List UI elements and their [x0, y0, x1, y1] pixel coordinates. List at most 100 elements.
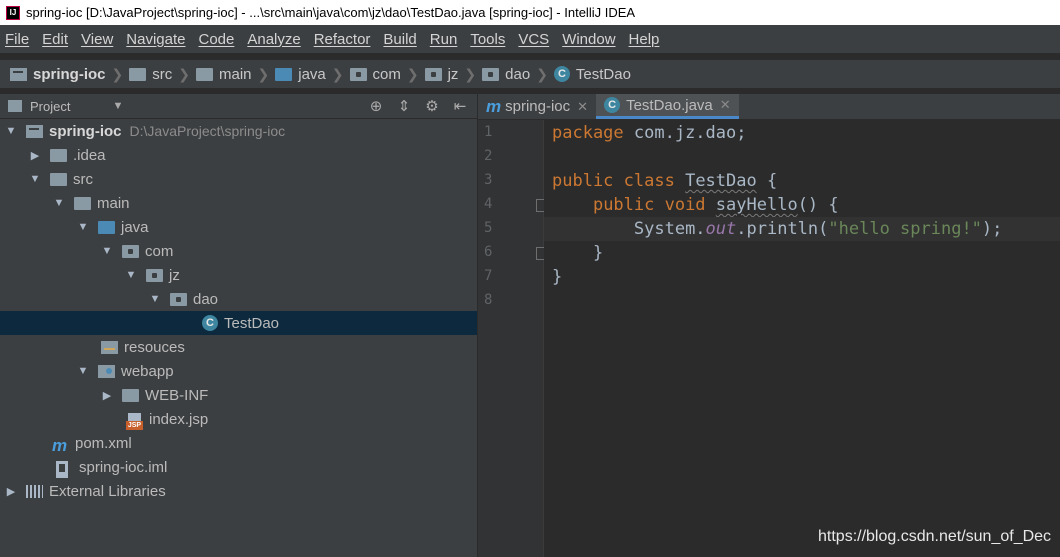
expanded-arrow-icon[interactable]: ▼ [28, 172, 42, 186]
line-number: 8 [484, 292, 493, 308]
chevron-right-icon: ❯ [257, 65, 270, 82]
tree-item-webapp[interactable]: ▼ webapp [0, 359, 477, 383]
expanded-arrow-icon[interactable]: ▼ [76, 220, 90, 234]
code-editor[interactable]: package com.jz.dao; public class TestDao… [544, 120, 1060, 557]
breadcrumb-jz[interactable]: jz ❯ [424, 66, 483, 83]
breadcrumb-testdao[interactable]: C TestDao [553, 66, 631, 83]
menu-code[interactable]: Code [198, 31, 234, 48]
menu-help[interactable]: Help [629, 31, 660, 48]
tree-item-pom-xml[interactable]: m pom.xml [0, 431, 477, 455]
line-number: 5 [484, 220, 493, 236]
project-folder-icon [10, 67, 27, 81]
menu-vcs[interactable]: VCS [518, 31, 549, 48]
expanded-arrow-icon[interactable]: ▼ [76, 364, 90, 378]
tree-item-src[interactable]: ▼ src [0, 167, 477, 191]
locate-icon[interactable]: ⊕ [367, 97, 385, 115]
tab-testdao-java[interactable]: C TestDao.java ✕ [596, 94, 739, 119]
package-icon [349, 67, 367, 81]
package-icon [424, 67, 442, 81]
line-number: 1 [484, 124, 493, 140]
resources-folder-icon [101, 340, 118, 354]
menu-run[interactable]: Run [430, 31, 458, 48]
line-number: 2 [484, 148, 493, 164]
expanded-arrow-icon[interactable]: ▼ [52, 196, 66, 210]
line-number: 7 [484, 268, 493, 284]
menu-tools[interactable]: Tools [470, 31, 505, 48]
menu-bar: File Edit View Navigate Code Analyze Ref… [0, 25, 1060, 53]
chevron-right-icon: ❯ [111, 65, 124, 82]
package-icon [170, 292, 187, 306]
project-view-icon [8, 100, 22, 112]
tree-item-spring-ioc[interactable]: ▼ spring-ioc D:\JavaProject\spring-ioc [0, 119, 477, 143]
source-folder-icon [275, 67, 293, 81]
line-number: 4 [484, 196, 493, 212]
project-view-selector[interactable]: Project [30, 99, 70, 114]
tree-item-external-libraries[interactable]: ▶ External Libraries [0, 479, 477, 503]
window-title: spring-ioc [D:\JavaProject\spring-ioc] -… [26, 5, 636, 20]
jsp-file-icon [126, 412, 143, 430]
expanded-arrow-icon[interactable]: ▼ [148, 292, 162, 306]
tree-item-main[interactable]: ▼ main [0, 191, 477, 215]
chevron-right-icon: ❯ [536, 65, 548, 82]
package-icon [146, 268, 163, 282]
menu-edit[interactable]: Edit [42, 31, 68, 48]
expanded-arrow-icon[interactable]: ▼ [4, 124, 18, 138]
project-tree: ▼ spring-ioc D:\JavaProject\spring-ioc ▶… [0, 119, 477, 557]
watermark: https://blog.csdn.net/sun_of_Dec [818, 528, 1052, 545]
breadcrumb-src[interactable]: src ❯ [129, 66, 196, 83]
gear-icon[interactable]: ⚙ [423, 97, 441, 115]
collapse-all-icon[interactable]: ⇕ [395, 97, 413, 115]
breadcrumb-dao[interactable]: dao ❯ [482, 66, 554, 83]
collapsed-arrow-icon[interactable]: ▶ [4, 484, 18, 498]
chevron-down-icon[interactable]: ▼ [112, 100, 123, 112]
menu-navigate[interactable]: Navigate [126, 31, 185, 48]
menu-build[interactable]: Build [383, 31, 416, 48]
breadcrumb-main[interactable]: main ❯ [195, 65, 275, 83]
chevron-right-icon: ❯ [406, 65, 419, 82]
project-panel-header: Project ▼ ⊕ ⇕ ⚙ ⇤ [0, 94, 477, 118]
breadcrumb-com[interactable]: com ❯ [349, 65, 425, 83]
breadcrumb-java[interactable]: java ❯ [275, 66, 349, 83]
tree-item-dao[interactable]: ▼ dao [0, 287, 477, 311]
collapsed-arrow-icon[interactable]: ▶ [100, 388, 114, 402]
breadcrumb: spring-ioc ❯ src ❯ main ❯ java ❯ com ❯ j… [0, 60, 1060, 88]
tree-item-resouces[interactable]: resouces [0, 335, 477, 359]
module-file-icon [56, 460, 73, 478]
tree-item-idea[interactable]: ▶ .idea [0, 143, 477, 167]
menu-file[interactable]: File [5, 31, 29, 48]
chevron-right-icon: ❯ [331, 65, 344, 82]
tree-item-web-inf[interactable]: ▶ WEB-INF [0, 383, 477, 407]
package-icon [482, 67, 500, 81]
menu-analyze[interactable]: Analyze [247, 31, 300, 48]
hide-panel-icon[interactable]: ⇤ [451, 97, 469, 115]
tree-item-jz[interactable]: ▼ jz [0, 263, 477, 287]
folder-icon [50, 148, 67, 162]
collapsed-arrow-icon[interactable]: ▶ [28, 148, 42, 162]
tree-item-spring-ioc-iml[interactable]: spring-ioc.iml [0, 455, 477, 479]
folder-icon [50, 172, 67, 186]
package-icon [122, 244, 139, 258]
close-icon[interactable]: ✕ [720, 97, 731, 113]
maven-icon: m [52, 435, 68, 455]
menu-view[interactable]: View [81, 31, 113, 48]
menu-window[interactable]: Window [562, 31, 615, 48]
tree-item-com[interactable]: ▼ com [0, 239, 477, 263]
tab-spring-ioc[interactable]: m spring-ioc ✕ [478, 94, 596, 119]
tree-item-index-jsp[interactable]: index.jsp [0, 407, 477, 431]
expanded-arrow-icon[interactable]: ▼ [100, 244, 114, 258]
intellij-app-icon: IJ [6, 5, 20, 20]
chevron-right-icon: ❯ [178, 65, 190, 82]
editor-tabs: m spring-ioc ✕ C TestDao.java ✕ [478, 94, 1060, 119]
menu-refactor[interactable]: Refactor [314, 31, 371, 48]
java-class-icon: C [553, 66, 570, 82]
web-folder-icon [98, 364, 115, 378]
folder-icon [129, 67, 147, 81]
libraries-icon [26, 484, 43, 498]
code-line-4: public void sayHello() { [592, 195, 839, 215]
breadcrumb-spring-ioc[interactable]: spring-ioc ❯ [10, 66, 129, 83]
expanded-arrow-icon[interactable]: ▼ [124, 268, 138, 282]
tree-item-java[interactable]: ▼ java [0, 215, 477, 239]
tree-item-testdao[interactable]: C TestDao [0, 311, 477, 335]
close-icon[interactable]: ✕ [577, 99, 588, 115]
code-line-5: System.out.println("hello spring!"); [544, 217, 1060, 241]
